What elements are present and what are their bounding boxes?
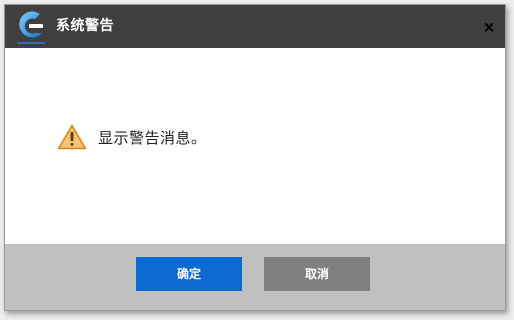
warning-dialog: 系统警告 × 显示警告消息。 确定 取消 (4, 4, 506, 311)
ok-button[interactable]: 确定 (136, 257, 242, 291)
dialog-titlebar[interactable]: 系统警告 × (5, 5, 505, 48)
close-icon[interactable]: × (479, 17, 499, 37)
dialog-footer: 确定 取消 (5, 244, 505, 310)
warning-icon (57, 124, 87, 150)
app-logo-icon (13, 8, 49, 46)
warning-message: 显示警告消息。 (98, 129, 207, 147)
cancel-button[interactable]: 取消 (264, 257, 370, 291)
dialog-content: 显示警告消息。 (5, 48, 505, 244)
dialog-title: 系统警告 (56, 18, 114, 34)
